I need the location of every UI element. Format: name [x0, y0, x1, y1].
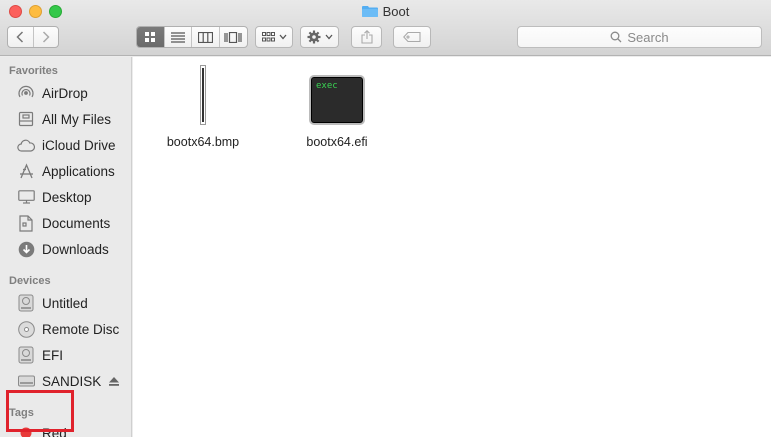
icon-view-button[interactable] [137, 27, 165, 47]
window-title: Boot [0, 4, 771, 22]
sidebar-item-documents[interactable]: Documents [16, 213, 110, 233]
favorites-header: Favorites [9, 65, 58, 77]
cover-flow-icon [224, 31, 242, 43]
documents-icon [16, 214, 36, 232]
sidebar-item-label: All My Files [42, 111, 112, 127]
search-icon [610, 31, 622, 43]
tags-header: Tags [9, 407, 34, 419]
airdrop-icon [16, 84, 36, 102]
downloads-icon [16, 240, 36, 258]
devices-header: Devices [9, 275, 51, 287]
file-name: bootx64.bmp [166, 135, 240, 149]
disc-icon [16, 320, 36, 338]
executable-file-icon: exec [309, 75, 365, 125]
file-thumbnail [153, 63, 253, 125]
sidebar-item-remote-disc[interactable]: Remote Disc [16, 319, 119, 339]
share-icon [360, 30, 373, 44]
sidebar-item-all-my-files[interactable]: All My Files [16, 109, 111, 129]
desktop-icon [16, 188, 36, 206]
all-files-icon [16, 110, 36, 128]
cloud-icon [16, 136, 36, 154]
sidebar-item-efi[interactable]: EFI [16, 345, 63, 365]
arrange-grid-icon [261, 32, 275, 42]
search-placeholder: Search [627, 29, 669, 45]
sidebar-item-airdrop[interactable]: AirDrop [16, 83, 88, 103]
sidebar-item-tag-red[interactable]: Red [16, 423, 67, 437]
title-bar: Boot Search [0, 0, 771, 56]
file-name: bootx64.efi [306, 135, 368, 149]
tags-button[interactable] [393, 26, 431, 48]
share-button[interactable] [351, 26, 382, 48]
sidebar-item-label: Untitled [42, 295, 88, 311]
sidebar-item-label: Remote Disc [42, 321, 120, 337]
sidebar-item-label: Downloads [42, 241, 109, 257]
sidebar-item-label: EFI [42, 347, 64, 363]
file-item[interactable]: bootx64.bmp [153, 63, 253, 149]
applications-icon [16, 162, 36, 180]
sidebar-item-downloads[interactable]: Downloads [16, 239, 109, 259]
window-title-text: Boot [382, 4, 410, 19]
sidebar-item-icloud-drive[interactable]: iCloud Drive [16, 135, 116, 155]
chevron-down-icon [279, 34, 286, 40]
icon-grid-icon [145, 32, 156, 42]
chevron-down-icon [325, 34, 332, 40]
file-browser: bootx64.bmp exec bootx64.efi [133, 57, 771, 437]
disk-icon [16, 346, 36, 364]
sidebar-item-label: Red [42, 425, 67, 437]
eject-icon[interactable] [109, 374, 120, 389]
list-icon [170, 31, 185, 43]
sidebar-item-label: iCloud Drive [42, 137, 116, 153]
folder-icon [361, 6, 378, 17]
sidebar-item-label: SANDISK [42, 373, 102, 389]
chevron-right-icon [42, 31, 50, 43]
arrange-button[interactable] [255, 26, 293, 48]
gear-icon [307, 30, 320, 44]
navigation-buttons [7, 26, 59, 48]
sidebar-item-label: Documents [42, 215, 111, 231]
sidebar-item-label: AirDrop [42, 85, 88, 101]
sidebar-item-untitled[interactable]: Untitled [16, 293, 88, 313]
external-disk-icon [16, 372, 36, 390]
sidebar-item-label: Applications [42, 163, 115, 179]
exec-badge: exec [316, 81, 338, 91]
tag-icon [403, 32, 421, 42]
red-tag-dot-icon [16, 424, 36, 437]
search-field[interactable]: Search [517, 26, 762, 48]
back-button[interactable] [8, 27, 34, 47]
chevron-left-icon [16, 31, 24, 43]
cover-flow-view-button[interactable] [220, 27, 247, 47]
forward-button[interactable] [34, 27, 59, 47]
sidebar-item-desktop[interactable]: Desktop [16, 187, 92, 207]
file-thumbnail: exec [287, 63, 387, 125]
image-file-icon [200, 65, 206, 125]
action-button[interactable] [300, 26, 339, 48]
sidebar-item-label: Desktop [42, 189, 92, 205]
sidebar: Favorites AirDrop All My Files iCloud Dr… [0, 57, 132, 437]
columns-icon [197, 31, 213, 43]
view-mode-control [136, 26, 248, 48]
sidebar-item-applications[interactable]: Applications [16, 161, 115, 181]
list-view-button[interactable] [165, 27, 192, 47]
file-item[interactable]: exec bootx64.efi [287, 63, 387, 149]
column-view-button[interactable] [192, 27, 220, 47]
disk-icon [16, 294, 36, 312]
sidebar-item-sandisk[interactable]: SANDISK [16, 371, 120, 391]
